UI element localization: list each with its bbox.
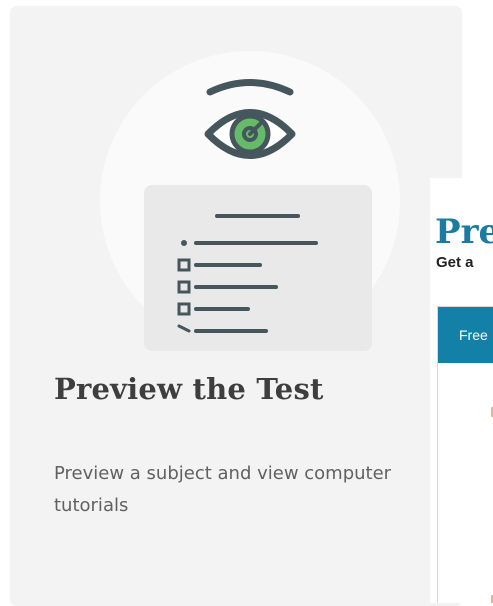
panel-tabs-box: Free [437,306,493,603]
panel-subtitle: Get a [436,254,474,271]
tab-free-label: Free [459,327,488,343]
tab-free[interactable]: Free [438,307,493,363]
card-description: Preview a subject and view computer tuto… [54,463,392,516]
preview-illustration [100,51,400,351]
panel-title: Pre [435,212,493,252]
preview-test-card[interactable]: Preview the Test Preview a subject and v… [10,6,462,606]
card-title: Preview the Test [54,372,324,406]
preview-panel: Pre Get a Free [430,178,493,603]
